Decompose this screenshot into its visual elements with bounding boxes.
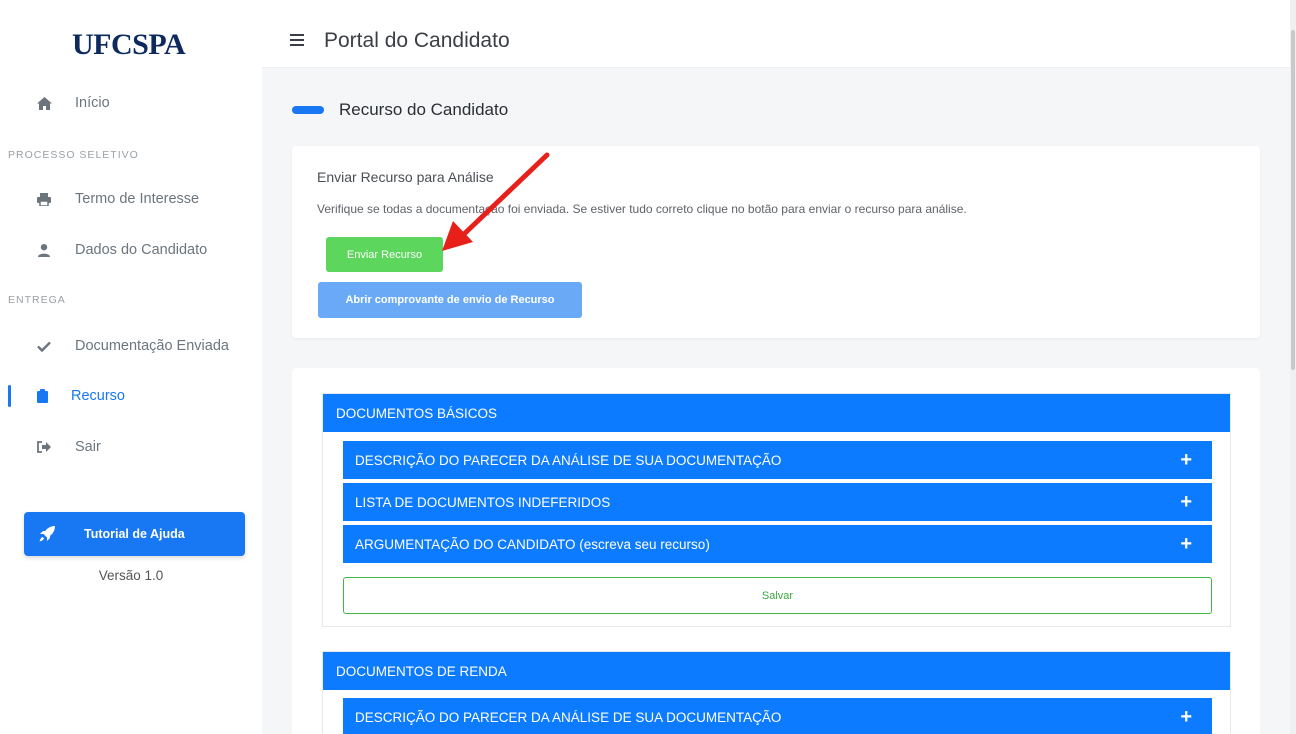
accordion-row-label: ARGUMENTAÇÃO DO CANDIDATO (escreva seu r… — [355, 536, 710, 552]
accordion-row-label: LISTA DE DOCUMENTOS INDEFERIDOS — [355, 494, 611, 510]
printer-icon — [36, 191, 52, 207]
accordion-row-parecer[interactable]: DESCRIÇÃO DO PARECER DA ANÁLISE DE SUA D… — [343, 441, 1212, 479]
scrollbar-thumb[interactable] — [1291, 30, 1295, 370]
documents-income-block: DOCUMENTOS DE RENDA DESCRIÇÃO DO PARECER… — [322, 651, 1231, 734]
plus-icon[interactable]: + — [1180, 707, 1192, 727]
documents-card: DOCUMENTOS BÁSICOS DESCRIÇÃO DO PARECER … — [292, 368, 1260, 734]
page-title-pill — [292, 106, 324, 114]
rocket-icon — [38, 525, 56, 543]
ufcspa-logo[interactable]: UFCSPA — [72, 28, 186, 62]
save-button[interactable]: Salvar — [343, 577, 1212, 614]
accordion-row-label: DESCRIÇÃO DO PARECER DA ANÁLISE DE SUA D… — [355, 709, 782, 725]
menu-toggle-icon[interactable] — [290, 34, 304, 46]
accordion-row-label: DESCRIÇÃO DO PARECER DA ANÁLISE DE SUA D… — [355, 452, 782, 468]
accordion-row-indeferidos[interactable]: LISTA DE DOCUMENTOS INDEFERIDOS + — [343, 483, 1212, 521]
section-label-entrega: ENTREGA — [8, 294, 66, 306]
documents-basic-block: DOCUMENTOS BÁSICOS DESCRIÇÃO DO PARECER … — [322, 393, 1231, 627]
accordion-row-parecer-renda[interactable]: DESCRIÇÃO DO PARECER DA ANÁLISE DE SUA D… — [343, 698, 1212, 734]
sidebar: UFCSPA Início PROCESSO SELETIVO Termo de… — [0, 0, 262, 734]
send-appeal-card: Enviar Recurso para Análise Verifique se… — [292, 146, 1260, 338]
tutorial-help-label: Tutorial de Ajuda — [84, 527, 185, 541]
sidebar-item-label: Termo de Interesse — [75, 191, 200, 207]
sign-out-icon — [36, 439, 52, 455]
tutorial-help-button[interactable]: Tutorial de Ajuda — [24, 512, 245, 556]
sidebar-item-label: Início — [75, 95, 110, 111]
clipboard-icon — [34, 388, 50, 404]
plus-icon[interactable]: + — [1180, 534, 1192, 554]
sidebar-item-dados-do-candidato[interactable]: Dados do Candidato — [0, 232, 262, 268]
sidebar-item-label: Recurso — [71, 388, 125, 404]
send-appeal-button[interactable]: Enviar Recurso — [326, 237, 443, 272]
sidebar-item-inicio[interactable]: Início — [0, 85, 262, 121]
home-icon — [36, 95, 52, 111]
plus-icon[interactable]: + — [1180, 492, 1192, 512]
annotation-arrow — [442, 152, 550, 251]
sidebar-item-recurso[interactable]: Recurso — [0, 378, 262, 414]
plus-icon[interactable]: + — [1180, 450, 1192, 470]
user-icon — [36, 242, 52, 258]
accordion-row-argumentacao[interactable]: ARGUMENTAÇÃO DO CANDIDATO (escreva seu r… — [343, 525, 1212, 563]
sidebar-item-sair[interactable]: Sair — [0, 429, 262, 465]
sidebar-item-label: Sair — [75, 439, 101, 455]
sidebar-item-label: Documentação Enviada — [75, 338, 229, 354]
header-title: Portal do Candidato — [324, 29, 510, 52]
version-label: Versão 1.0 — [98, 568, 164, 583]
top-header: Portal do Candidato — [262, 0, 1296, 68]
page-title: Recurso do Candidato — [339, 100, 509, 119]
page-scrollbar[interactable] — [1290, 0, 1296, 734]
sidebar-item-termo-de-interesse[interactable]: Termo de Interesse — [0, 181, 262, 217]
open-receipt-button[interactable]: Abrir comprovante de envio de Recurso — [318, 282, 582, 318]
send-appeal-instructions: Verifique se todas a documentação foi en… — [317, 202, 967, 216]
block-header: DOCUMENTOS DE RENDA — [323, 652, 1230, 690]
check-icon — [36, 338, 52, 354]
sidebar-item-documentacao-enviada[interactable]: Documentação Enviada — [0, 328, 262, 364]
sidebar-item-label: Dados do Candidato — [75, 242, 208, 258]
section-label-processo-seletivo: PROCESSO SELETIVO — [8, 149, 139, 161]
block-header: DOCUMENTOS BÁSICOS — [323, 394, 1230, 432]
